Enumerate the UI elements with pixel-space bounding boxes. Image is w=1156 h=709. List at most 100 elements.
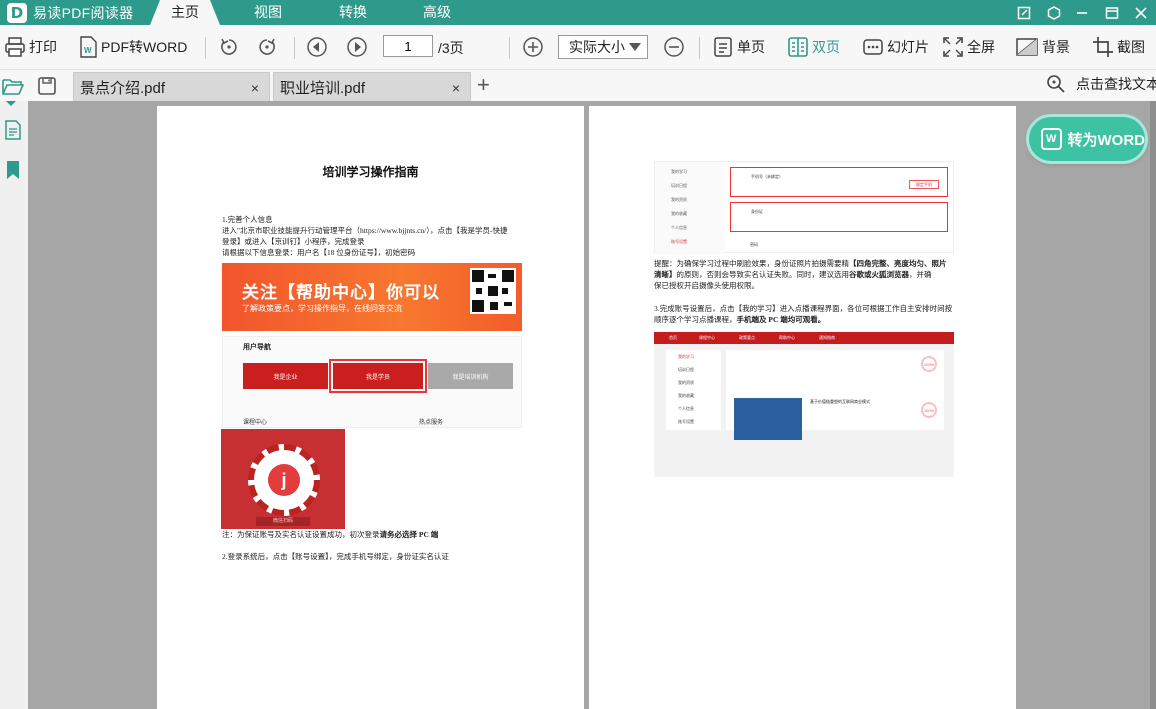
document-viewport[interactable]: 培训学习操作指南 1.完善个人信息 进入"北京市职业技能提升行动管理平台（htt… (28, 101, 1156, 709)
nav-card-student: 我是学员 (329, 359, 427, 393)
open-folder-icon[interactable] (0, 73, 26, 99)
screenshot-nav-item: 课程中心 (699, 335, 715, 340)
tab-scenic-intro[interactable]: 景点介绍.pdf × (73, 72, 270, 101)
search-icon (1047, 75, 1065, 93)
thumbnail-icon[interactable] (2, 119, 24, 141)
single-page-label: 单页 (737, 39, 765, 55)
nav-title: 用户导航 (243, 344, 271, 351)
qr-code-icon (470, 268, 516, 314)
menu-tab-advanced[interactable]: 高级 (402, 0, 472, 25)
page-number-input[interactable] (383, 35, 433, 57)
account-settings-screenshot: 我的学习 培训日程 我的资质 我的收藏 个人信息 账号设置 手机号（未绑定） 绑… (654, 161, 954, 254)
tab-title: 景点介绍.pdf (80, 79, 166, 97)
progress-circle: 100% (921, 356, 937, 372)
single-page-button[interactable]: 单页 (712, 35, 765, 59)
next-page-button[interactable] (346, 35, 371, 59)
step3-text: 顺序逐个学习点播课程， (654, 315, 737, 324)
print-button[interactable]: 打印 (4, 35, 57, 59)
rotate-right-icon (259, 38, 275, 55)
zoom-select[interactable]: 实际大小 (558, 35, 648, 59)
prev-page-button[interactable] (306, 35, 331, 59)
single-page-icon (714, 37, 732, 57)
find-text-label: 点击查找文本 (1076, 76, 1156, 92)
next-page-icon (347, 37, 367, 57)
zoom-out-button[interactable] (663, 35, 688, 59)
login-note: 注：为保证账号及实名认证设置成功，初次登录请务必选择 PC 端 (222, 530, 542, 541)
tip-text: 的原则，否则会导致实名认证失败。同时，建议选用 (676, 270, 850, 279)
double-page-button[interactable]: 双页 (787, 35, 840, 59)
pdf-page-left: 培训学习操作指南 1.完善个人信息 进入"北京市职业技能提升行动管理平台（htt… (157, 106, 584, 709)
screenshot-label: 截图 (1117, 39, 1145, 55)
slideshow-button[interactable]: 幻灯片 (862, 35, 929, 59)
tip-bold: 【四角完整、亮度均匀、照片 (849, 259, 947, 268)
nav-card-institution: 我是培训机构 (428, 363, 513, 389)
screenshot-nav-item: 政策要点 (739, 335, 755, 340)
feedback-icon[interactable] (1010, 0, 1038, 25)
nav-card-enterprise: 我是企业 (243, 363, 328, 389)
app-brand: D 易读PDF阅读器 (0, 0, 150, 25)
minimize-icon[interactable] (1068, 0, 1096, 25)
screenshot-side-item: 账号设置 (678, 419, 694, 424)
rotate-right-button[interactable] (256, 35, 281, 59)
background-label: 背景 (1042, 39, 1070, 55)
tab-vocational-training[interactable]: 职业培训.pdf × (273, 72, 471, 101)
course-thumbnail-image (734, 398, 802, 440)
step3-line2: 顺序逐个学习点播课程，手机端及 PC 端均可观看。 (654, 315, 974, 326)
mini-program-logo-icon: j (268, 464, 300, 496)
close-tab-icon[interactable]: × (452, 80, 460, 96)
menu-tab-view[interactable]: 视图 (233, 0, 303, 25)
tip-line2: 清晰】的原则，否则会导致实名认证失败。同时，建议选用谷歌或火狐浏览器，并确 (654, 270, 974, 281)
step3-bold: 手机端及 PC 端均可观看。 (736, 315, 826, 324)
skin-icon[interactable] (1040, 0, 1068, 25)
vertical-scrollbar[interactable] (1150, 101, 1156, 709)
zoom-in-button[interactable] (522, 35, 547, 59)
step1-heading: 1.完善个人信息 (222, 215, 273, 224)
screenshot-side-item: 账号设置 (671, 239, 687, 244)
add-tab-icon[interactable]: + (477, 74, 490, 96)
close-tab-icon[interactable]: × (251, 80, 259, 96)
maximize-icon[interactable] (1098, 0, 1126, 25)
rotate-left-icon (221, 38, 237, 55)
double-page-icon (788, 37, 808, 57)
login-note-bold: 请务必选择 PC 端 (379, 530, 439, 539)
rotate-left-button[interactable] (218, 35, 243, 59)
screenshot-side-item: 我的资质 (671, 197, 687, 202)
convert-to-word-button[interactable]: W 转为WORD (1029, 117, 1145, 161)
screenshot-side-item: 培训日程 (678, 367, 694, 372)
phone-label: 手机号（未绑定） (751, 174, 783, 179)
print-label: 打印 (29, 39, 57, 55)
toolbar-divider (205, 37, 206, 59)
document-title: 培训学习操作指南 (322, 165, 419, 179)
menu-tab-home[interactable]: 主页 (150, 0, 220, 25)
page-total-label: /3页 (438, 40, 464, 56)
chevron-down-icon (629, 43, 641, 51)
fullscreen-icon (943, 37, 963, 57)
background-button[interactable]: 背景 (1015, 35, 1070, 59)
menu-tab-convert[interactable]: 转换 (318, 0, 388, 25)
previous-page-icon (307, 37, 327, 57)
tip-bold: 清晰】 (654, 270, 677, 279)
screenshot-side-item: 我的收藏 (678, 393, 694, 398)
screenshot-sidebar: 我的学习 培训日程 我的资质 我的收藏 个人信息 账号设置 (666, 350, 721, 430)
convert-to-word-label: 转为WORD (1067, 131, 1146, 149)
tip-line3: 保已授权开启摄像头使用权限。 (654, 281, 759, 290)
bookmark-icon[interactable] (2, 159, 24, 181)
tab-title: 职业培训.pdf (280, 79, 366, 97)
screenshot-side-item: 培训日程 (671, 183, 687, 188)
login-note-text: 注：为保证账号及实名认证设置成功，初次登录 (222, 530, 380, 539)
phone-bind-box: 手机号（未绑定） 绑定手机 (730, 167, 948, 197)
toolbar-divider (294, 37, 295, 59)
screenshot-nav-item: 通知指南 (819, 335, 835, 340)
screenshot-button[interactable]: 截图 (1092, 35, 1145, 59)
close-icon[interactable] (1127, 0, 1155, 25)
tip-bold: 谷歌或火狐浏览器 (849, 270, 909, 279)
bind-phone-button: 绑定手机 (909, 180, 939, 189)
fullscreen-button[interactable]: 全屏 (942, 35, 995, 59)
mini-program-label: 微信扫码 (256, 517, 310, 526)
pdf-to-word-button[interactable]: W PDF转WORD (78, 35, 187, 59)
find-text-button[interactable]: 点击查找文本 (1046, 74, 1156, 94)
save-icon[interactable] (34, 73, 60, 99)
step2-text: 2.登录系统后，点击【账号设置】，完成手机号绑定，身份证实名认证 (222, 552, 449, 561)
background-icon (1016, 38, 1038, 56)
id-card-label: 身份证 (751, 209, 763, 214)
